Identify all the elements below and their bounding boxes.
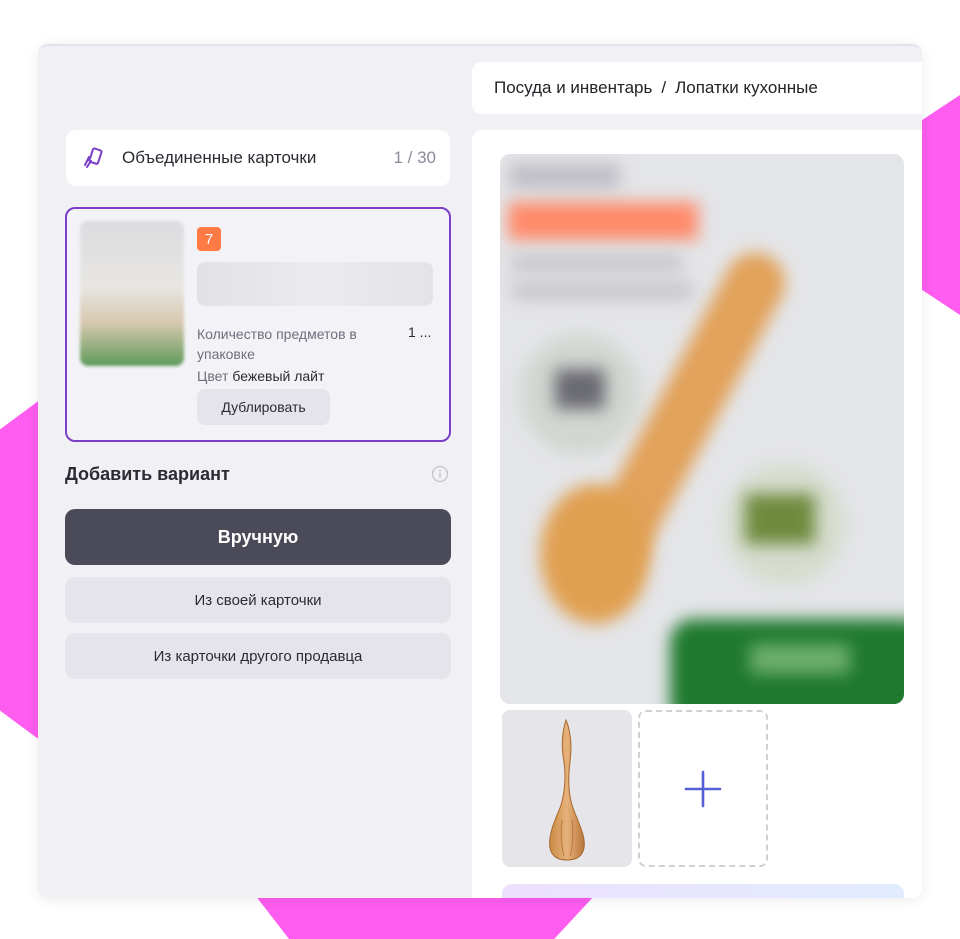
product-title-placeholder [197, 262, 433, 306]
manual-button[interactable]: Вручную [65, 509, 451, 565]
from-other-seller-button[interactable]: Из карточки другого продавца [65, 633, 451, 679]
photo-thumbnail[interactable] [502, 710, 632, 867]
add-photo-button[interactable] [638, 710, 768, 867]
breadcrumb-parent[interactable]: Посуда и инвентарь [494, 78, 652, 98]
property-value: 1 ... [408, 324, 432, 340]
from-own-card-button[interactable]: Из своей карточки [65, 577, 451, 623]
duplicate-button[interactable]: Дублировать [197, 389, 330, 425]
promo-strip [502, 884, 904, 898]
plus-icon [684, 770, 722, 807]
breadcrumb-separator: / [661, 78, 667, 97]
property-label: Количество предметов в упаковке [197, 326, 357, 362]
spatula-image [549, 718, 585, 861]
product-thumbnail [80, 221, 184, 366]
count-badge: 7 [197, 227, 221, 251]
media-panel [472, 130, 922, 898]
breadcrumb-current: Лопатки кухонные [675, 78, 818, 97]
merged-cards-icon [84, 147, 103, 168]
add-variant-title: Добавить вариант [65, 464, 230, 484]
color-row: Цвет бежевый лайт [197, 368, 324, 384]
merged-cards-label: Объединенные карточки [122, 148, 317, 167]
color-label: Цвет [197, 368, 229, 384]
color-value: бежевый лайт [232, 368, 325, 384]
card-editor-window: Посуда и инвентарь / Лопатки кухонные Об… [38, 44, 922, 898]
product-card[interactable]: 7 Количество предметов в упаковке 1 ... … [65, 207, 451, 442]
merged-cards-counter: 1 / 30 [393, 148, 436, 167]
decor-shape-bottom [255, 895, 595, 939]
merged-cards-header[interactable]: Объединенные карточки 1 / 30 [66, 130, 450, 186]
breadcrumb: Посуда и инвентарь / Лопатки кухонные [472, 62, 922, 114]
main-product-photo[interactable] [500, 154, 904, 704]
info-icon[interactable] [431, 465, 449, 483]
